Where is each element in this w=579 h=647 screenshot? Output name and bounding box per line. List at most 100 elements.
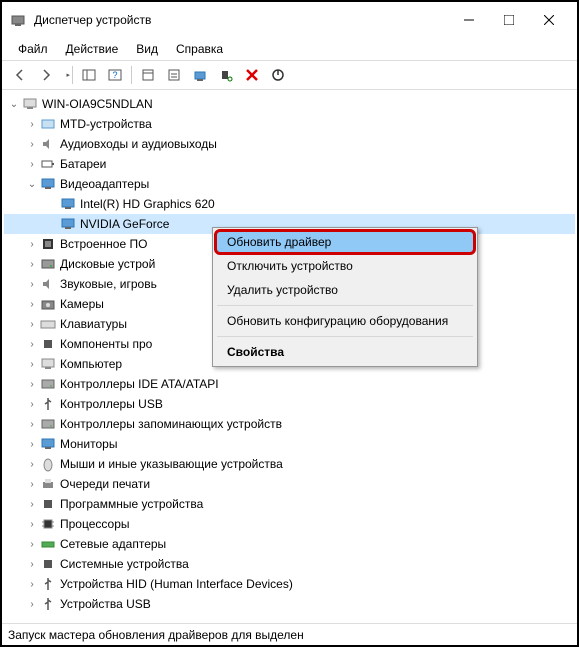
chevron-icon[interactable]: › (26, 378, 38, 390)
device-label: NVIDIA GeForce (80, 217, 169, 231)
minimize-button[interactable] (449, 4, 489, 36)
device-icon (40, 596, 56, 612)
chevron-icon[interactable]: › (26, 598, 38, 610)
category-label: Устройства USB (60, 597, 151, 611)
tree-category[interactable]: ›MTD-устройства (4, 114, 575, 134)
ctx-properties[interactable]: Свойства (215, 340, 475, 364)
tree-category[interactable]: ›Процессоры (4, 514, 575, 534)
chevron-icon[interactable]: › (26, 518, 38, 530)
device-icon (40, 316, 56, 332)
device-icon (40, 176, 56, 192)
device-icon (40, 156, 56, 172)
menubar: Файл Действие Вид Справка (2, 38, 577, 61)
close-button[interactable] (529, 4, 569, 36)
tree-category[interactable]: ›Контроллеры IDE ATA/ATAPI (4, 374, 575, 394)
category-label: Мониторы (60, 437, 117, 451)
ctx-refresh-config[interactable]: Обновить конфигурацию оборудования (215, 309, 475, 333)
category-label: Системные устройства (60, 557, 189, 571)
menu-action[interactable]: Действие (58, 40, 127, 58)
computer-icon (22, 96, 38, 112)
chevron-icon[interactable]: › (26, 458, 38, 470)
chevron-icon[interactable]: › (26, 238, 38, 250)
device-icon (40, 376, 56, 392)
device-icon (40, 476, 56, 492)
tree-category[interactable]: ›Программные устройства (4, 494, 575, 514)
device-icon (40, 556, 56, 572)
forward-button[interactable] (34, 64, 58, 86)
chevron-icon[interactable]: › (26, 338, 38, 350)
chevron-icon[interactable]: › (26, 258, 38, 270)
category-label: Дисковые устрой (60, 257, 155, 271)
tree-category[interactable]: › Устройства USB (4, 594, 575, 612)
app-icon (10, 12, 26, 28)
category-label: Компьютер (60, 357, 122, 371)
properties2-button[interactable] (162, 64, 186, 86)
tree-category[interactable]: ›Контроллеры USB (4, 394, 575, 414)
device-icon (60, 196, 76, 212)
ctx-disable-device[interactable]: Отключить устройство (215, 254, 475, 278)
device-icon (40, 236, 56, 252)
chevron-icon[interactable]: › (26, 578, 38, 590)
tree-category[interactable]: ›Очереди печати (4, 474, 575, 494)
tree-category[interactable]: ›Устройства HID (Human Interface Devices… (4, 574, 575, 594)
chevron-icon[interactable]: › (26, 298, 38, 310)
chevron-icon[interactable]: › (26, 418, 38, 430)
tree-category[interactable]: ⌄ Видеоадаптеры (4, 174, 575, 194)
category-label: Компоненты про (60, 337, 152, 351)
chevron-icon[interactable]: › (26, 558, 38, 570)
tree-device[interactable]: Intel(R) HD Graphics 620 (4, 194, 575, 214)
category-label: Аудиовходы и аудиовыходы (60, 137, 217, 151)
device-icon (40, 436, 56, 452)
ctx-separator (217, 305, 473, 306)
device-icon (40, 296, 56, 312)
uninstall-button[interactable] (240, 64, 264, 86)
back-button[interactable] (8, 64, 32, 86)
menu-file[interactable]: Файл (10, 40, 56, 58)
window-title: Диспетчер устройств (34, 13, 449, 27)
device-icon (40, 516, 56, 532)
menu-help[interactable]: Справка (168, 40, 231, 58)
tree-root[interactable]: ⌄ WIN-OIA9C5NDLAN (4, 94, 575, 114)
category-label: Батареи (60, 157, 106, 171)
category-label: Клавиатуры (60, 317, 127, 331)
chevron-icon[interactable]: › (26, 438, 38, 450)
chevron-icon[interactable]: › (26, 278, 38, 290)
chevron-icon[interactable]: › (26, 478, 38, 490)
category-label: Камеры (60, 297, 104, 311)
chevron-icon[interactable]: ⌄ (26, 178, 38, 190)
tree-root-label: WIN-OIA9C5NDLAN (42, 97, 153, 111)
tree-category[interactable]: › Аудиовходы и аудиовыходы (4, 134, 575, 154)
svg-text:?: ? (112, 70, 117, 80)
chevron-icon[interactable]: › (26, 138, 38, 150)
ctx-remove-device[interactable]: Удалить устройство (215, 278, 475, 302)
tree-category[interactable]: › Батареи (4, 154, 575, 174)
chevron-icon[interactable]: › (26, 318, 38, 330)
device-icon (40, 256, 56, 272)
properties-button[interactable] (136, 64, 160, 86)
chevron-icon[interactable]: › (26, 538, 38, 550)
category-label: Встроенное ПО (60, 237, 147, 251)
chevron-icon[interactable]: › (26, 498, 38, 510)
update-driver-button[interactable] (188, 64, 212, 86)
chevron-icon[interactable]: › (26, 358, 38, 370)
chevron-icon[interactable]: › (26, 158, 38, 170)
scan-hardware-button[interactable] (214, 64, 238, 86)
tree-category[interactable]: ›Контроллеры запоминающих устройств (4, 414, 575, 434)
tree-category[interactable]: ›Сетевые адаптеры (4, 534, 575, 554)
chevron-icon[interactable]: › (26, 398, 38, 410)
tree-category[interactable]: › Системные устройства (4, 554, 575, 574)
device-icon (60, 216, 76, 232)
statusbar-text: Запуск мастера обновления драйверов для … (8, 628, 304, 642)
chevron-icon[interactable]: › (26, 118, 38, 130)
disable-button[interactable] (266, 64, 290, 86)
device-icon (40, 116, 56, 132)
tree-category[interactable]: › Мониторы (4, 434, 575, 454)
ctx-update-driver[interactable]: Обновить драйвер (214, 229, 476, 255)
maximize-button[interactable] (489, 4, 529, 36)
help-button[interactable]: ? (103, 64, 127, 86)
show-hide-tree-button[interactable] (77, 64, 101, 86)
chevron-down-icon[interactable]: ⌄ (8, 98, 20, 110)
menu-view[interactable]: Вид (128, 40, 166, 58)
category-label: Видеоадаптеры (60, 177, 149, 191)
tree-category[interactable]: ›Мыши и иные указывающие устройства (4, 454, 575, 474)
